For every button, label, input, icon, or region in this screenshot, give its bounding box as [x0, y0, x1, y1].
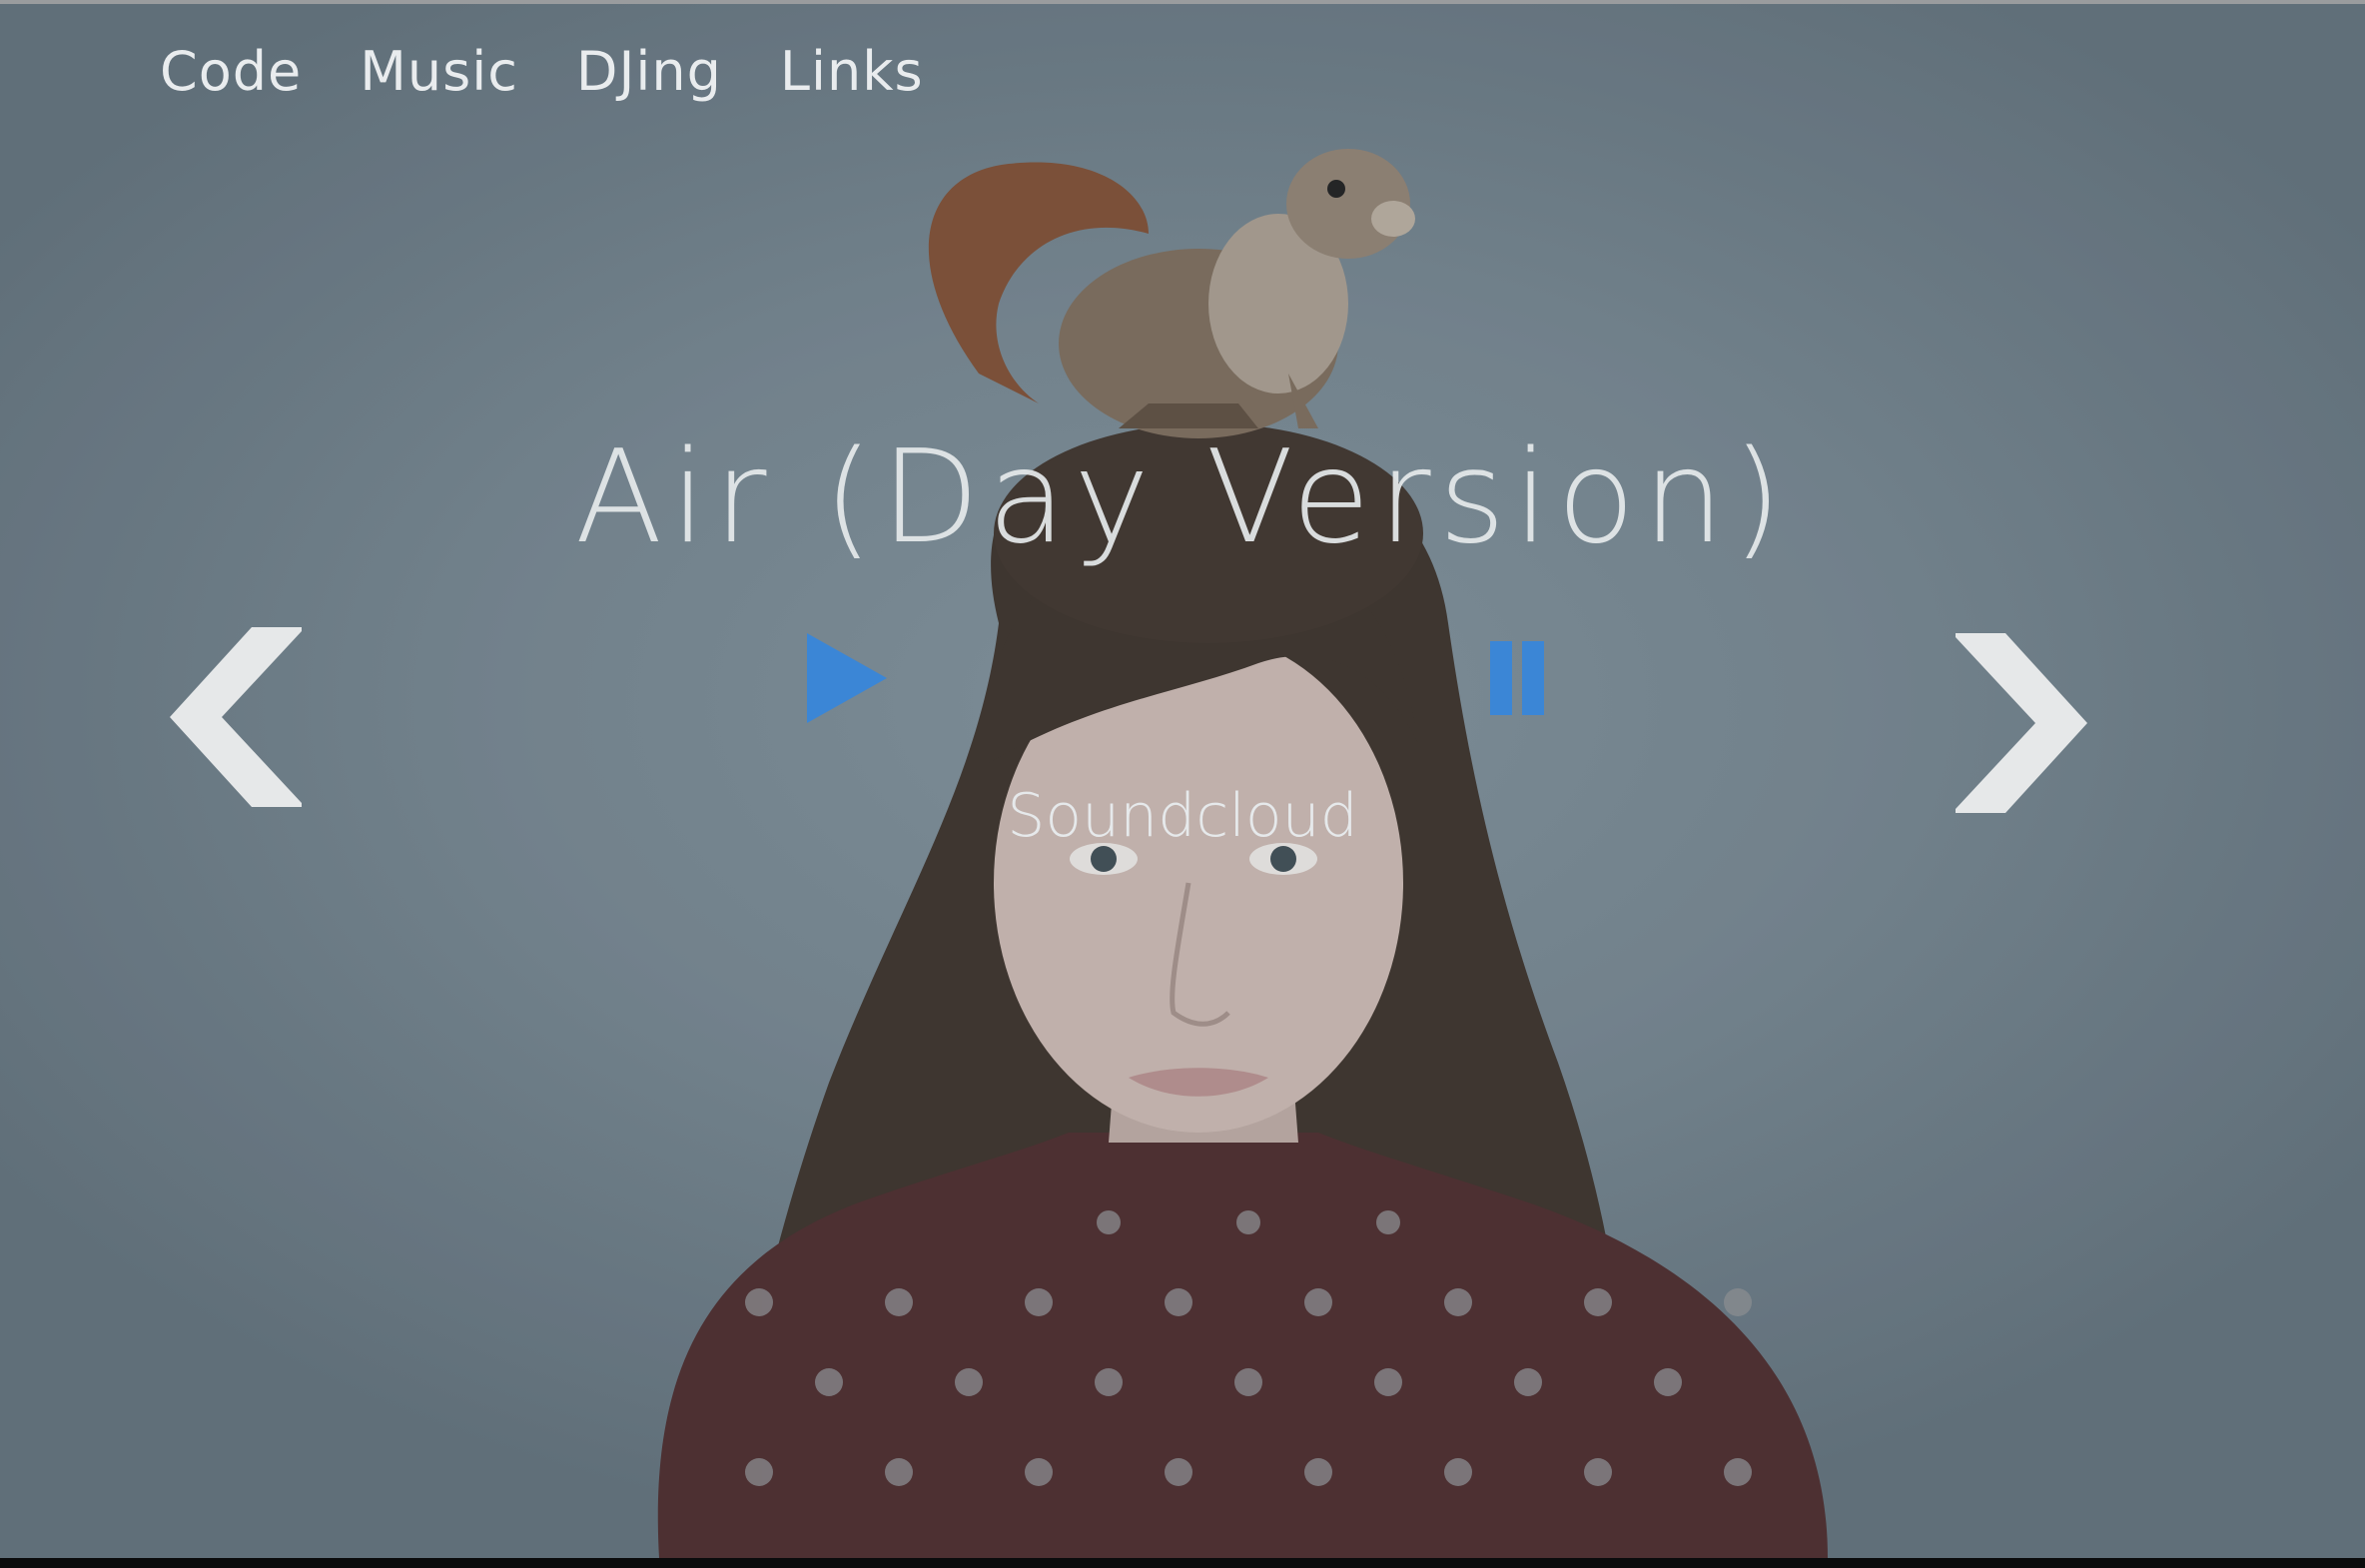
nav-link-links[interactable]: Links — [780, 40, 924, 103]
play-button[interactable] — [807, 633, 887, 723]
nav-link-djing[interactable]: DJing — [576, 40, 722, 103]
hero-section: Code Music DJing Links Air (Day Version) — [0, 4, 2365, 1558]
window-bottom-edge — [0, 1558, 2365, 1568]
track-title: Air (Day Version) — [574, 423, 1791, 572]
nav-link-music[interactable]: Music — [360, 40, 518, 103]
page: Code Music DJing Links Air (Day Version) — [0, 0, 2365, 1568]
pause-button[interactable] — [1488, 639, 1548, 717]
pause-icon — [1490, 641, 1544, 715]
chevron-left-icon — [170, 627, 302, 807]
previous-track-button[interactable] — [170, 627, 302, 807]
play-icon — [807, 633, 887, 723]
main-nav: Code Music DJing Links — [160, 40, 924, 103]
nav-link-code[interactable]: Code — [160, 40, 302, 103]
soundcloud-link[interactable]: Soundcloud — [0, 781, 2365, 851]
